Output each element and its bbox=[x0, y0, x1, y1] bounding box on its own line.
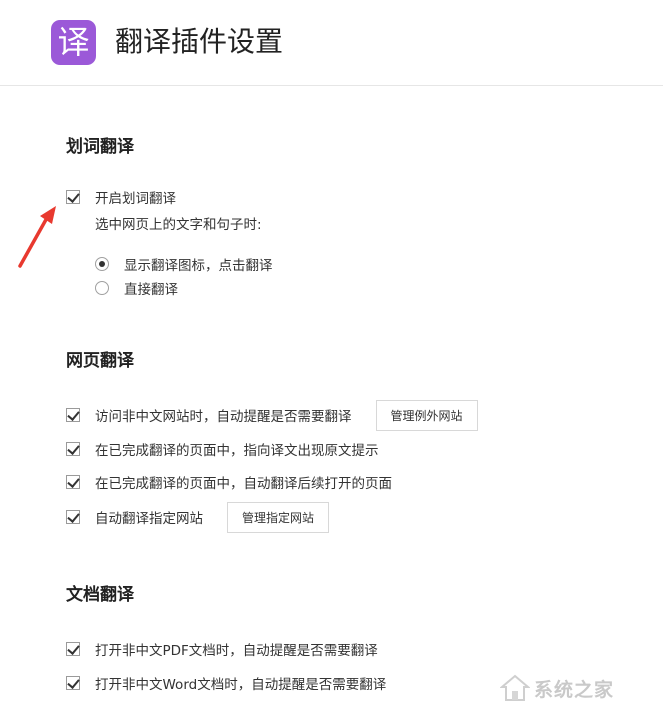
radio-label: 直接翻译 bbox=[124, 282, 178, 298]
enable-word-translate-option[interactable]: 开启划词翻译 bbox=[66, 186, 176, 208]
checkbox-label: 访问非中文网站时，自动提醒是否需要翻译 bbox=[95, 409, 352, 425]
translate-logo-icon: 译 bbox=[51, 20, 96, 65]
manage-specified-sites-button[interactable]: 管理指定网站 bbox=[227, 501, 330, 533]
checkbox-label: 在已完成翻译的页面中，自动翻译后续打开的页面 bbox=[95, 476, 392, 492]
radio-option-direct-translate[interactable]: 直接翻译 bbox=[95, 278, 178, 298]
checkbox[interactable] bbox=[66, 642, 80, 656]
radio-button-selected[interactable] bbox=[95, 257, 109, 271]
checkbox-enable-word-translate[interactable] bbox=[66, 190, 80, 204]
red-arrow-annotation bbox=[18, 206, 56, 268]
checkbox[interactable] bbox=[66, 475, 80, 489]
option-show-original-hint[interactable]: 在已完成翻译的页面中，指向译文出现原文提示 bbox=[66, 438, 379, 460]
page-title: 翻译插件设置 bbox=[115, 25, 284, 58]
checkbox[interactable] bbox=[66, 408, 80, 422]
section-title-word-translate: 划词翻译 bbox=[66, 137, 134, 157]
section-title-doc-translate: 文档翻译 bbox=[66, 585, 134, 605]
manage-exception-sites-button[interactable]: 管理例外网站 bbox=[375, 399, 478, 431]
option-auto-translate-specified-sites[interactable]: 自动翻译指定网站 管理指定网站 bbox=[66, 501, 330, 533]
checkbox-label: 在已完成翻译的页面中，指向译文出现原文提示 bbox=[95, 443, 379, 459]
option-remind-word[interactable]: 打开非中文Word文档时，自动提醒是否需要翻译 bbox=[66, 672, 386, 694]
checkbox-label: 自动翻译指定网站 bbox=[95, 511, 203, 527]
radio-option-show-icon[interactable]: 显示翻译图标，点击翻译 bbox=[95, 254, 273, 274]
watermark-text: 系统之家 bbox=[534, 678, 615, 701]
checkbox[interactable] bbox=[66, 676, 80, 690]
checkbox-label: 打开非中文Word文档时，自动提醒是否需要翻译 bbox=[95, 677, 387, 693]
option-remind-non-chinese-site[interactable]: 访问非中文网站时，自动提醒是否需要翻译 管理例外网站 bbox=[66, 399, 478, 431]
checkbox-label: 打开非中文PDF文档时，自动提醒是否需要翻译 bbox=[95, 643, 378, 659]
checkbox[interactable] bbox=[66, 510, 80, 524]
word-translate-prompt: 选中网页上的文字和句子时: bbox=[95, 217, 262, 233]
header: 译 翻译插件设置 bbox=[0, 0, 663, 86]
option-remind-pdf[interactable]: 打开非中文PDF文档时，自动提醒是否需要翻译 bbox=[66, 638, 378, 660]
watermark-house-icon bbox=[500, 674, 530, 701]
checkbox-label: 开启划词翻译 bbox=[95, 191, 176, 207]
radio-label: 显示翻译图标，点击翻译 bbox=[124, 258, 273, 274]
checkbox[interactable] bbox=[66, 442, 80, 456]
radio-button[interactable] bbox=[95, 281, 109, 295]
section-title-page-translate: 网页翻译 bbox=[66, 351, 134, 371]
option-auto-translate-following-pages[interactable]: 在已完成翻译的页面中，自动翻译后续打开的页面 bbox=[66, 471, 392, 493]
watermark: 系统之家 bbox=[500, 668, 660, 708]
